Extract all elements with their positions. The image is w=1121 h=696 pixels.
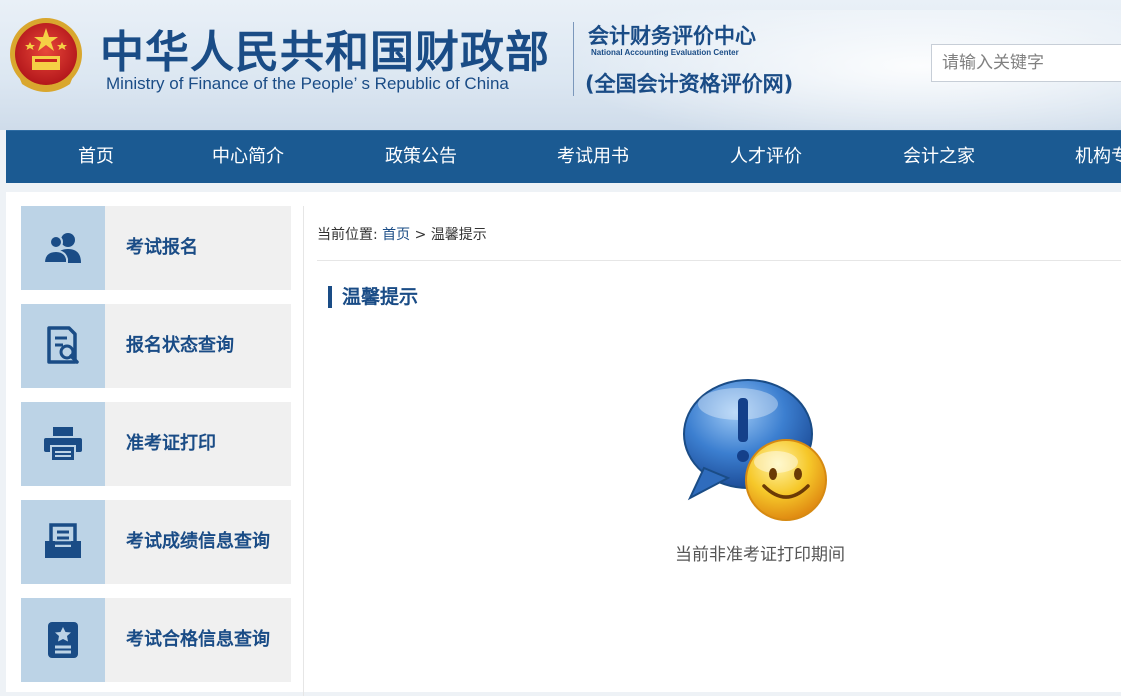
sidebar-item-registration[interactable]: 考试报名 xyxy=(21,206,291,290)
breadcrumb-current: 温馨提示 xyxy=(430,227,487,243)
center-title-en: National Accounting Evaluation Center xyxy=(591,48,739,57)
center-subtitle: (全国会计资格评价网) xyxy=(585,72,794,96)
sidebar-item-score-query[interactable]: 考试成绩信息查询 xyxy=(21,500,291,584)
search-input[interactable] xyxy=(931,44,1121,82)
national-emblem-icon xyxy=(10,18,82,92)
nav-item-books[interactable]: 考试用书 xyxy=(557,131,629,183)
nav-item-about[interactable]: 中心简介 xyxy=(212,131,284,183)
nav-item-talent[interactable]: 人才评价 xyxy=(730,131,802,183)
header-divider xyxy=(573,22,574,96)
sidebar-item-label: 考试成绩信息查询 xyxy=(126,531,270,552)
ministry-title-en: Ministry of Finance of the People’ s Rep… xyxy=(106,74,509,93)
nav-item-policy[interactable]: 政策公告 xyxy=(385,131,457,183)
notice-message: 当前非准考证打印期间 xyxy=(675,545,845,565)
main-content: 考试报名 报名状态查询 准考证打印 考试成绩信息查询 考试合格信息查询 当前位置… xyxy=(6,192,1121,696)
sidebar-item-label: 考试报名 xyxy=(126,237,198,258)
breadcrumb-prefix: 当前位置: xyxy=(317,227,378,243)
sidebar-item-qualification-query[interactable]: 考试合格信息查询 xyxy=(21,598,291,682)
breadcrumb-separator: > xyxy=(414,227,427,243)
sidebar-icon-box xyxy=(21,402,105,486)
printer-icon xyxy=(44,427,82,462)
document-search-icon xyxy=(47,326,79,364)
sidebar-item-status-query[interactable]: 报名状态查询 xyxy=(21,304,291,388)
sidebar-icon-box xyxy=(21,598,105,682)
sidebar-icon-box xyxy=(21,304,105,388)
breadcrumb-divider xyxy=(317,260,1121,261)
site-header: 中华人民共和国财政部 Ministry of Finance of the Pe… xyxy=(0,0,1121,130)
nav-item-home[interactable]: 首页 xyxy=(78,131,114,183)
users-icon xyxy=(43,233,81,264)
sidebar-item-label: 报名状态查询 xyxy=(126,335,234,356)
sidebar-item-label: 准考证打印 xyxy=(126,433,216,454)
ministry-title: 中华人民共和国财政部 xyxy=(100,27,550,78)
breadcrumb-home-link[interactable]: 首页 xyxy=(382,227,410,243)
sidebar-item-admission-print[interactable]: 准考证打印 xyxy=(21,402,291,486)
inbox-icon xyxy=(45,523,81,558)
nav-item-institutions[interactable]: 机构专 xyxy=(1075,131,1121,183)
center-title: 会计财务评价中心 xyxy=(588,24,756,48)
section-title: 温馨提示 xyxy=(328,286,418,308)
sidebar-item-label: 考试合格信息查询 xyxy=(126,629,270,650)
sidebar-icon-box xyxy=(21,206,105,290)
notice-speech-bubble-icon xyxy=(683,379,827,521)
certificate-icon xyxy=(48,622,78,658)
content-divider xyxy=(303,206,304,696)
sidebar-icon-box xyxy=(21,500,105,584)
main-nav: 首页 中心简介 政策公告 考试用书 人才评价 会计之家 机构专 xyxy=(6,130,1121,183)
nav-item-accountant-home[interactable]: 会计之家 xyxy=(903,131,975,183)
breadcrumb: 当前位置: 首页 > 温馨提示 xyxy=(317,224,487,244)
